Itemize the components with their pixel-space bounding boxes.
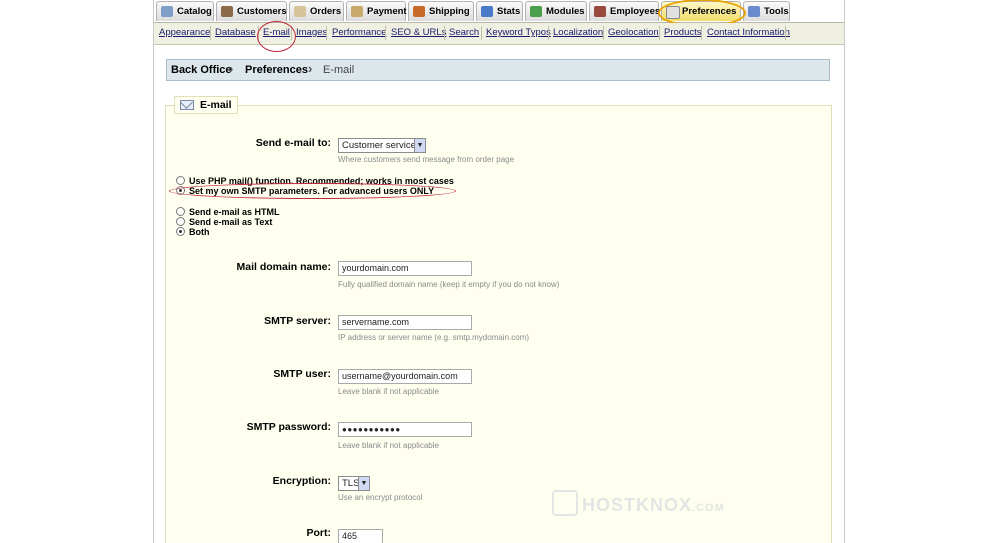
email-settings-fieldset: Send e-mail to: Customer service ▼ Where… — [165, 105, 832, 543]
chevron-down-icon: ▼ — [358, 477, 369, 490]
submenu-images[interactable]: Images — [296, 27, 327, 38]
smtp-user-input[interactable]: username@yourdomain.com — [338, 369, 472, 384]
hostknox-watermark: HOSTKNOX.COM — [552, 490, 725, 516]
domain-label: Mail domain name: — [236, 261, 331, 273]
preferences-icon — [666, 6, 680, 19]
stats-icon — [481, 6, 493, 17]
submenu-appearance[interactable]: Appearance — [159, 27, 210, 38]
submenu-performance[interactable]: Performance — [332, 27, 386, 38]
envelope-icon — [180, 100, 194, 110]
send-to-label: Send e-mail to: — [255, 137, 331, 149]
submenu-products[interactable]: Products — [664, 27, 702, 38]
submenu-keyword-typos[interactable]: Keyword Typos — [486, 27, 551, 38]
smtp-user-hint: Leave blank if not applicable — [338, 387, 439, 396]
port-label: Port: — [306, 527, 332, 539]
smtp-server-label: SMTP server: — [264, 315, 331, 327]
radio-send-text[interactable]: Send e-mail as Text — [176, 217, 272, 227]
shipping-icon — [413, 6, 425, 17]
tab-stats[interactable]: Stats — [476, 1, 523, 21]
radio-send-text-dot — [176, 217, 185, 226]
radio-send-both-dot — [176, 227, 185, 236]
radio-send-html[interactable]: Send e-mail as HTML — [176, 207, 280, 217]
smtp-server-input[interactable]: servername.com — [338, 315, 472, 330]
chevron-down-icon: ▼ — [414, 139, 425, 152]
domain-hint: Fully qualified domain name (keep it emp… — [338, 280, 560, 289]
encryption-label: Encryption: — [272, 475, 331, 487]
smtp-password-hint: Leave blank if not applicable — [338, 441, 439, 450]
radio-smtp-dot — [176, 186, 185, 195]
submenu-email[interactable]: E-mail — [263, 27, 290, 38]
tab-customers[interactable]: Customers — [216, 1, 287, 21]
submenu-contact-information[interactable]: Contact Information — [707, 27, 790, 38]
tab-catalog[interactable]: Catalog — [156, 1, 214, 21]
breadcrumb-separator-icon: › — [308, 61, 313, 76]
hostknox-logo-icon — [552, 490, 578, 516]
employees-icon — [594, 6, 606, 17]
radio-send-both[interactable]: Both — [176, 227, 210, 237]
tab-orders[interactable]: Orders — [289, 1, 344, 21]
send-to-select[interactable]: Customer service ▼ — [338, 138, 426, 153]
breadcrumb-current: E-mail — [323, 64, 355, 76]
breadcrumb-back-office[interactable]: Back Office — [171, 60, 232, 80]
submenu-seo-urls[interactable]: SEO & URLs — [391, 27, 446, 38]
encryption-select[interactable]: TLS ▼ — [338, 476, 370, 491]
submenu-database[interactable]: Database — [215, 27, 256, 38]
domain-input[interactable]: yourdomain.com — [338, 261, 472, 276]
radio-send-html-dot — [176, 207, 185, 216]
port-input[interactable]: 465 — [338, 529, 383, 543]
smtp-password-label: SMTP password: — [246, 421, 331, 433]
tab-employees[interactable]: Employees — [589, 1, 660, 21]
radio-php-mail[interactable]: Use PHP mail() function. Recommended; wo… — [176, 176, 454, 186]
tab-payment[interactable]: Payment — [346, 1, 407, 21]
submenu-bar: Appearance Database E-mail Images Perfor… — [154, 23, 844, 45]
payment-icon — [351, 6, 363, 17]
modules-icon — [530, 6, 542, 17]
main-tabs: Catalog Customers Orders Payment Shippin… — [154, 0, 844, 23]
tab-modules[interactable]: Modules — [525, 1, 587, 21]
orders-icon — [294, 6, 306, 17]
encryption-hint: Use an encrypt protocol — [338, 493, 423, 502]
tab-shipping[interactable]: Shipping — [408, 1, 474, 21]
tab-preferences[interactable]: Preferences — [661, 1, 741, 21]
radio-smtp[interactable]: Set my own SMTP parameters. For advanced… — [176, 186, 434, 196]
radio-php-mail-dot — [176, 176, 185, 185]
back-office-frame: Catalog Customers Orders Payment Shippin… — [153, 0, 845, 543]
breadcrumb: Back Office › Preferences › E-mail — [166, 59, 830, 81]
breadcrumb-preferences[interactable]: Preferences — [245, 60, 308, 80]
submenu-geolocation[interactable]: Geolocation — [608, 27, 659, 38]
catalog-icon — [161, 6, 173, 17]
submenu-search[interactable]: Search — [449, 27, 479, 38]
smtp-user-label: SMTP user: — [273, 368, 331, 380]
tools-icon — [748, 6, 760, 17]
send-to-hint: Where customers send message from order … — [338, 155, 515, 164]
submenu-localization[interactable]: Localization — [553, 27, 603, 38]
breadcrumb-separator-icon: › — [229, 61, 234, 76]
customers-icon — [221, 6, 233, 17]
smtp-password-input[interactable]: ●●●●●●●●●●● — [338, 422, 472, 437]
fieldset-legend: E-mail — [174, 96, 238, 114]
tab-tools[interactable]: Tools — [743, 1, 790, 21]
smtp-server-hint: IP address or server name (e.g. smtp.myd… — [338, 333, 530, 342]
